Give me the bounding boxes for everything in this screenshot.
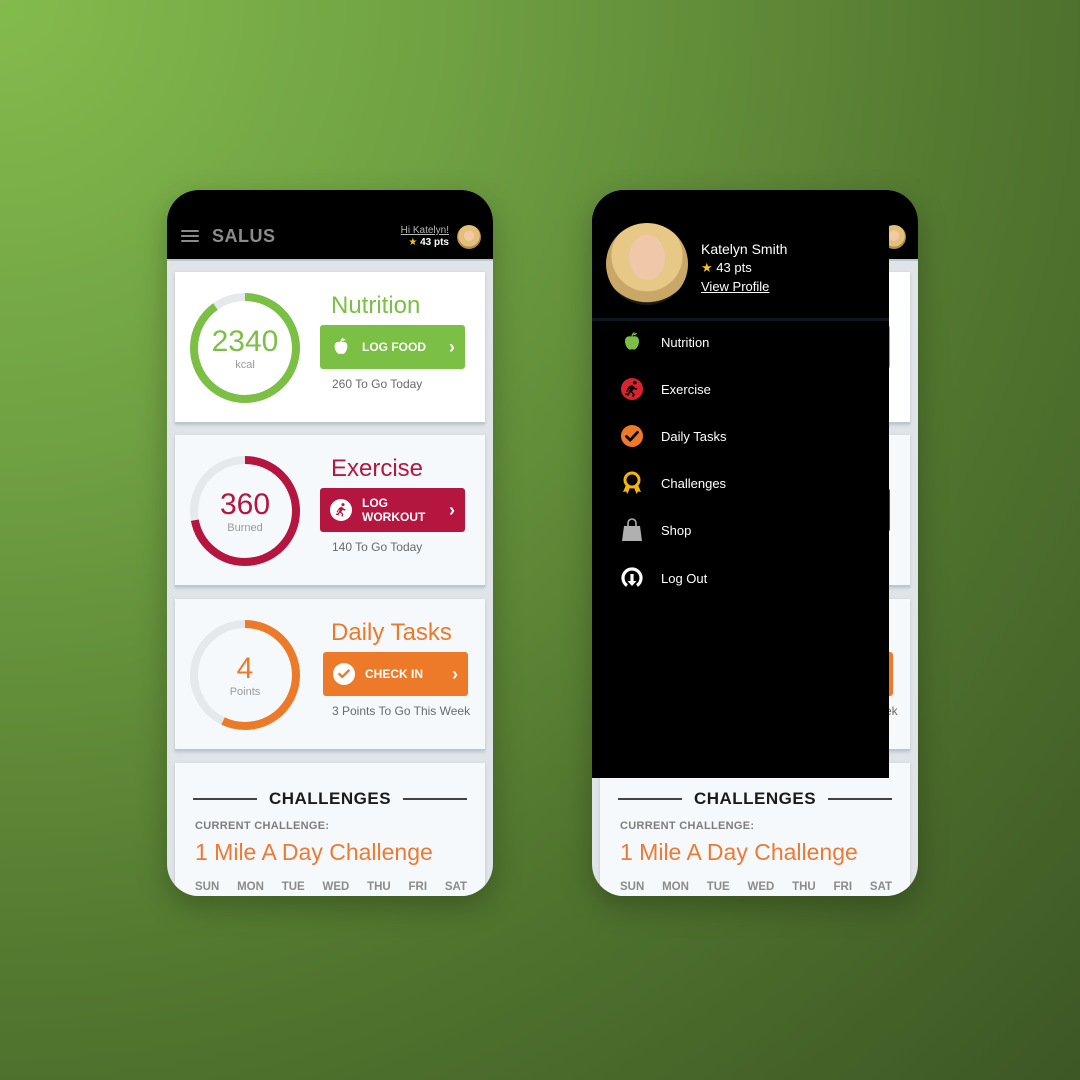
menu-item-shop[interactable]: Shop xyxy=(592,510,889,550)
menu-label: Nutrition xyxy=(661,334,710,350)
current-challenge-label: CURRENT CHALLENGE: xyxy=(620,820,755,832)
drawer-profile-header: Katelyn Smith ★ 43 pts View Profile xyxy=(592,190,889,321)
runner-icon xyxy=(330,499,352,521)
weekday-row: SUN MON TUE WED THU FRI SAT xyxy=(620,881,892,893)
tasks-value: 4 xyxy=(236,652,254,685)
apple-icon xyxy=(330,336,352,358)
shopping-bag-icon xyxy=(620,518,644,542)
dashboard-content: 2340 kcal Nutrition LOG FOOD › 260 To Go… xyxy=(167,263,493,896)
weekday: SAT xyxy=(869,881,892,893)
menu-label: Log Out xyxy=(661,570,708,586)
menu-label: Challenges xyxy=(661,475,727,491)
log-workout-button[interactable]: LOG WORKOUT › xyxy=(320,488,465,532)
exercise-unit: Burned xyxy=(227,522,263,534)
phone-menu-open: ek CHALLENGES CURRENT CHALLENGE: 1 Mile … xyxy=(592,190,918,896)
weekday: TUE xyxy=(281,881,305,893)
app-brand: SALUS xyxy=(212,226,276,246)
weekday: FRI xyxy=(833,881,853,893)
weekday: THU xyxy=(367,881,391,893)
log-food-label: LOG FOOD xyxy=(362,340,426,354)
weekday: SAT xyxy=(444,881,467,893)
menu-label: Shop xyxy=(661,522,692,538)
weekday: MON xyxy=(237,881,264,893)
profile-photo[interactable] xyxy=(606,223,688,305)
points-text: 43 pts xyxy=(420,237,449,248)
apple-icon xyxy=(620,330,644,354)
menu-label: Daily Tasks xyxy=(661,428,727,444)
profile-points: ★ 43 pts xyxy=(701,260,752,276)
menu-item-challenges[interactable]: Challenges xyxy=(592,463,889,503)
challenges-heading-row: CHALLENGES xyxy=(618,789,892,809)
challenges-heading: CHALLENGES xyxy=(268,789,392,808)
current-challenge-name[interactable]: 1 Mile A Day Challenge xyxy=(195,839,433,866)
weekday-row: SUN MON TUE WED THU FRI SAT xyxy=(195,881,467,893)
menu-item-log-out[interactable]: Log Out xyxy=(592,558,889,598)
award-ribbon-icon xyxy=(620,471,644,495)
challenges-heading: CHALLENGES xyxy=(693,789,817,808)
chevron-right-icon: › xyxy=(449,336,455,357)
weekday: TUE xyxy=(706,881,730,893)
tasks-unit: Points xyxy=(229,686,261,698)
current-challenge-name[interactable]: 1 Mile A Day Challenge xyxy=(620,839,858,866)
star-icon: ★ xyxy=(701,260,713,275)
nutrition-value: 2340 xyxy=(211,325,279,358)
log-workout-label: LOG WORKOUT xyxy=(362,496,426,524)
check-in-label: CHECK IN xyxy=(365,667,424,681)
nutrition-title: Nutrition xyxy=(331,292,421,319)
menu-item-nutrition[interactable]: Nutrition xyxy=(592,322,889,362)
tasks-remaining: 3 Points To Go This Week xyxy=(332,704,471,718)
tasks-title: Daily Tasks xyxy=(331,619,452,646)
exercise-value: 360 xyxy=(219,488,271,521)
star-icon: ★ xyxy=(408,237,418,248)
app-bar: SALUS Hi Katelyn! ★ 43 pts xyxy=(167,190,493,261)
profile-name: Katelyn Smith xyxy=(701,241,788,257)
menu-item-exercise[interactable]: Exercise xyxy=(592,369,889,409)
check-in-button[interactable]: CHECK IN › xyxy=(323,652,468,696)
weekday: SUN xyxy=(620,881,645,893)
check-icon xyxy=(620,424,644,448)
exercise-title: Exercise xyxy=(331,455,424,482)
weekday: SUN xyxy=(195,881,220,893)
chevron-right-icon: › xyxy=(449,499,455,520)
nutrition-card: 2340 kcal Nutrition LOG FOOD › 260 To Go… xyxy=(175,272,485,424)
nutrition-progress-ring: 2340 kcal xyxy=(189,292,301,404)
current-challenge-label: CURRENT CHALLENGE: xyxy=(195,820,330,832)
avatar[interactable] xyxy=(457,225,481,249)
challenges-card: CHALLENGES CURRENT CHALLENGE: 1 Mile A D… xyxy=(600,763,910,896)
phone-dashboard: SALUS Hi Katelyn! ★ 43 pts 2340 kcal Nut… xyxy=(167,190,493,896)
divider xyxy=(618,798,682,800)
nutrition-unit: kcal xyxy=(235,359,255,371)
challenges-card: CHALLENGES CURRENT CHALLENGE: 1 Mile A D… xyxy=(175,763,485,896)
weekday: THU xyxy=(792,881,816,893)
exercise-card: 360 Burned Exercise LOG WORKOUT › 140 To… xyxy=(175,435,485,587)
menu-label: Exercise xyxy=(661,381,711,397)
check-icon xyxy=(333,663,355,685)
divider xyxy=(828,798,892,800)
exercise-progress-ring: 360 Burned xyxy=(189,455,301,567)
user-greeting[interactable]: Hi Katelyn! ★ 43 pts xyxy=(401,225,449,249)
points-text: 43 pts xyxy=(716,260,752,275)
weekday: WED xyxy=(747,881,775,893)
navigation-drawer: Katelyn Smith ★ 43 pts View Profile Nutr… xyxy=(592,190,889,778)
menu-icon[interactable] xyxy=(181,230,199,242)
divider xyxy=(403,798,467,800)
weekday: WED xyxy=(322,881,350,893)
runner-icon xyxy=(620,377,644,401)
challenges-heading-row: CHALLENGES xyxy=(193,789,467,809)
view-profile-link[interactable]: View Profile xyxy=(701,279,769,294)
greeting-text[interactable]: Hi Katelyn! xyxy=(401,225,449,237)
weekday: MON xyxy=(662,881,689,893)
daily-tasks-card: 4 Points Daily Tasks CHECK IN › 3 Points… xyxy=(175,599,485,751)
weekday: FRI xyxy=(408,881,428,893)
log-food-button[interactable]: LOG FOOD › xyxy=(320,325,465,369)
tasks-progress-ring: 4 Points xyxy=(189,619,301,731)
menu-item-daily-tasks[interactable]: Daily Tasks xyxy=(592,416,889,456)
exercise-remaining: 140 To Go Today xyxy=(332,540,423,554)
nutrition-remaining: 260 To Go Today xyxy=(332,377,423,391)
chevron-right-icon: › xyxy=(452,663,458,684)
divider xyxy=(193,798,257,800)
logout-icon xyxy=(620,566,644,590)
